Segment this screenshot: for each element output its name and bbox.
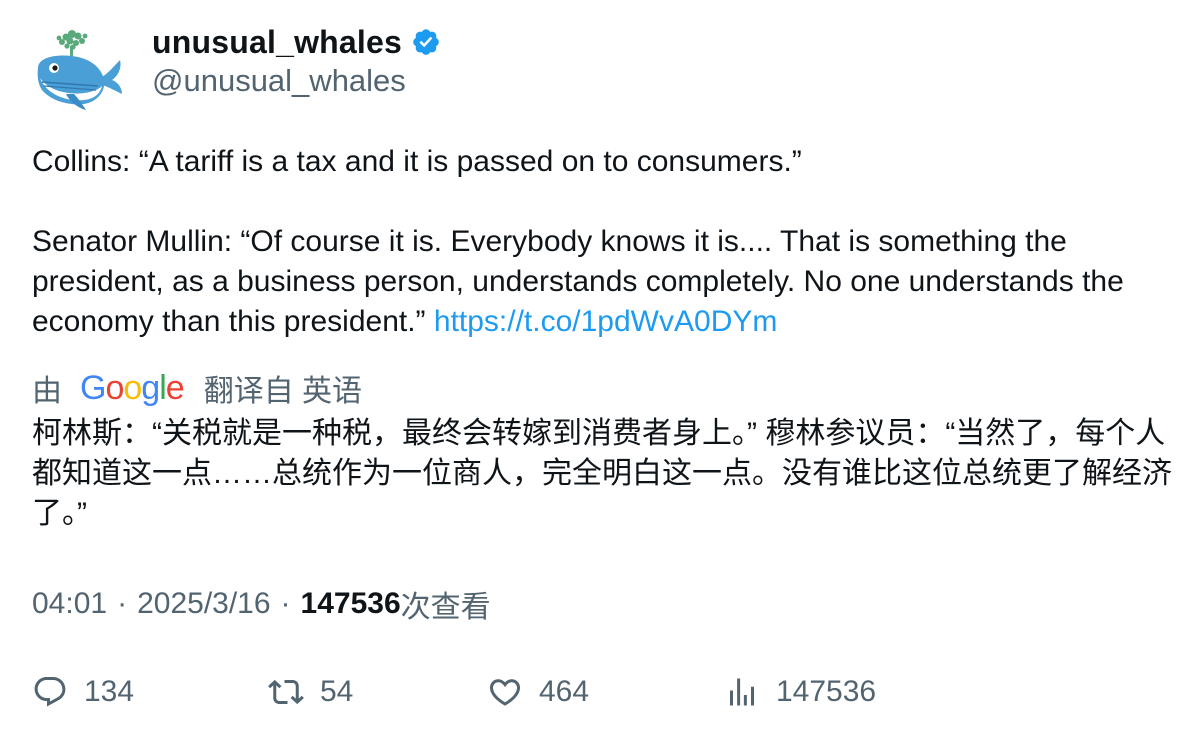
bar-chart-icon: [730, 678, 754, 706]
meta-separator: ·: [117, 587, 128, 620]
retweet-count: 54: [320, 675, 354, 708]
action-bar: 134 54 464 147536: [32, 670, 1172, 714]
views-label: 次查看: [400, 591, 491, 624]
tweet-text: Collins: “A tariff is a tax and it is pa…: [32, 142, 1167, 342]
tweet-link[interactable]: https://t.co/1pdWvA0DYm: [434, 305, 777, 338]
verified-badge-icon: [413, 29, 439, 55]
avatar[interactable]: [32, 24, 126, 114]
tweet-time[interactable]: 04:01: [32, 587, 107, 621]
tweet-header: unusual_whales @unusual_whales: [32, 22, 1162, 114]
reply-button[interactable]: 134: [32, 670, 134, 714]
tweet-paragraph-1: Collins: “A tariff is a tax and it is pa…: [32, 145, 802, 178]
like-count: 464: [539, 675, 590, 708]
reply-icon: [34, 677, 66, 707]
reply-count: 134: [84, 675, 135, 708]
google-logo: Google: [80, 368, 185, 407]
translated-text: 柯林斯：“关税就是一种税，最终会转嫁到消费者身上。” 穆林参议员：“当然了，每个…: [32, 417, 1172, 530]
user-handle[interactable]: @unusual_whales: [152, 63, 406, 99]
meta-separator: ·: [280, 587, 291, 620]
like-button[interactable]: 464: [487, 670, 589, 714]
translated-by-label: 由: [32, 375, 62, 408]
retweet-icon: [268, 679, 304, 705]
name-row: unusual_whales: [152, 22, 441, 62]
heart-icon: [489, 679, 521, 706]
tweet-meta: 04:01 · 2025/3/16 · 147536 次查看: [32, 582, 491, 626]
display-name[interactable]: unusual_whales: [152, 24, 402, 61]
views-action-count: 147536: [776, 675, 877, 708]
translation-attribution: 由 Google 翻译自 英语: [32, 366, 362, 410]
tweet-date[interactable]: 2025/3/16: [137, 587, 270, 621]
retweet-button[interactable]: 54: [268, 670, 353, 714]
views-button[interactable]: 147536: [724, 670, 876, 714]
tweet-paragraph-2: Senator Mullin: “Of course it is. Everyb…: [32, 222, 1167, 342]
whale-icon: [37, 30, 122, 110]
views-count: 147536: [300, 587, 401, 620]
translated-from-label[interactable]: 翻译自 英语: [204, 366, 362, 410]
